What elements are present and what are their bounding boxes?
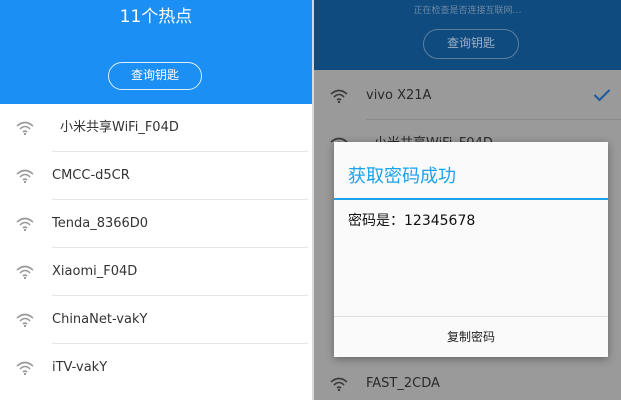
network-item-selected[interactable]: vivo X21A — [314, 72, 621, 120]
copy-password-button[interactable]: 复制密码 — [334, 317, 608, 357]
connection-check-text: 正在检查是否连接互联网… — [413, 6, 522, 16]
wifi-icon — [330, 89, 348, 103]
dialog-title: 获取密码成功 — [348, 166, 456, 187]
network-item[interactable]: FAST_2CDA — [314, 360, 621, 400]
network-item[interactable]: CMCC-d5CR — [0, 152, 312, 200]
network-item[interactable]: ChinaNet-vakY — [0, 296, 312, 344]
wifi-icon — [16, 121, 34, 135]
wifi-icon — [330, 377, 348, 391]
wifi-icon — [16, 169, 34, 183]
network-ssid: CMCC-d5CR — [52, 168, 130, 183]
wifi-icon — [16, 313, 34, 327]
network-item[interactable]: Tenda_8366D0 — [0, 200, 312, 248]
hotspot-list-screen: 11个热点 查询钥匙 小米共享WiFi_F04D CMCC-d5CR Tenda… — [0, 0, 312, 400]
wifi-icon — [16, 361, 34, 375]
network-item[interactable]: iTV-vakY — [0, 344, 312, 392]
password-success-dialog: 获取密码成功 密码是：12345678 复制密码 — [334, 142, 608, 357]
hotspot-count-title: 11个热点 — [119, 7, 193, 27]
network-ssid: FAST_2CDA — [366, 376, 440, 391]
network-ssid: iTV-vakY — [52, 360, 108, 375]
query-key-button[interactable]: 查询钥匙 — [423, 29, 519, 59]
dialog-title-divider — [334, 198, 608, 200]
network-ssid: ChinaNet-vakY — [52, 312, 148, 327]
network-item[interactable]: 小米共享WiFi_F04D — [0, 104, 312, 152]
network-ssid: Xiaomi_F04D — [52, 264, 138, 279]
network-ssid: vivo X21A — [366, 88, 432, 103]
header-bar: 正在检查是否连接互联网… 查询钥匙 — [314, 0, 621, 70]
network-list: 小米共享WiFi_F04D CMCC-d5CR Tenda_8366D0 Xia… — [0, 104, 312, 392]
network-ssid: Tenda_8366D0 — [52, 216, 149, 231]
query-key-button[interactable]: 查询钥匙 — [108, 62, 202, 90]
wifi-icon — [16, 265, 34, 279]
network-item[interactable]: Xiaomi_F04D — [0, 248, 312, 296]
wifi-icon — [16, 217, 34, 231]
header-bar: 11个热点 查询钥匙 — [0, 0, 312, 104]
password-message: 密码是：12345678 — [348, 213, 476, 229]
network-ssid: 小米共享WiFi_F04D — [60, 120, 179, 135]
check-icon — [593, 89, 611, 102]
